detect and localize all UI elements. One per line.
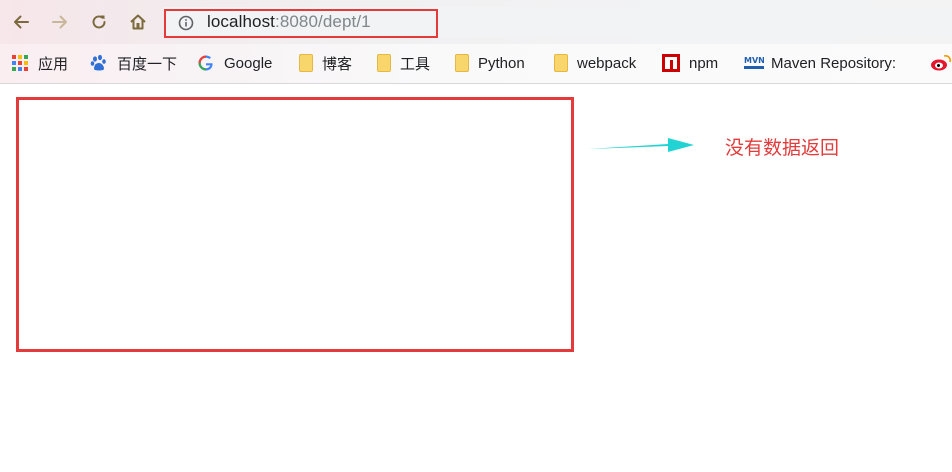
bookmark-folder-blog[interactable]: 博客: [299, 52, 352, 74]
bookmark-folder-python[interactable]: Python: [455, 52, 525, 74]
bookmark-label: webpack: [577, 54, 637, 72]
mvn-icon: MVN: [744, 54, 765, 72]
empty-response-area: [16, 97, 574, 352]
folder-icon: [554, 54, 568, 72]
bookmark-baidu[interactable]: 百度一下: [90, 52, 177, 74]
bookmark-label: 应用: [38, 55, 69, 73]
arrow-right-icon: [52, 15, 67, 29]
arrow-left-icon: [14, 15, 29, 29]
google-g-icon: [197, 54, 215, 72]
bookmark-folder-tools[interactable]: 工具: [377, 52, 430, 74]
bookmark-label: npm: [689, 54, 719, 72]
bookmark-label: 工具: [400, 55, 431, 73]
no-data-annotation: 没有数据返回: [725, 137, 840, 159]
bookmark-label: 博客: [322, 55, 353, 73]
bookmark-apps[interactable]: 应用: [11, 52, 68, 74]
baidu-paw-icon: [90, 54, 108, 72]
bookmark-label: Maven Repository:: [771, 54, 897, 72]
bookmark-label: 百度一下: [117, 55, 178, 73]
npm-icon: [662, 54, 680, 72]
home-button[interactable]: [126, 10, 150, 34]
bookmark-label: Google: [224, 54, 273, 72]
arrow-icon: [588, 138, 694, 152]
bookmark-google[interactable]: Google: [197, 52, 272, 74]
url-highlight-annotation: [164, 9, 438, 38]
folder-icon: [455, 54, 469, 72]
back-button[interactable]: [9, 10, 33, 34]
browser-toolbar: localhost:8080/dept/1: [0, 0, 952, 44]
bookmark-weibo[interactable]: [930, 52, 952, 74]
bookmark-label: Python: [478, 54, 525, 72]
apps-grid-icon: [11, 54, 29, 72]
bookmarks-bar: 应用 百度一下 Google 博客 工具 Python webpack npm …: [0, 44, 952, 84]
bookmark-folder-webpack[interactable]: webpack: [554, 52, 636, 74]
bookmark-npm[interactable]: npm: [662, 52, 718, 74]
reload-icon: [92, 15, 106, 29]
forward-button[interactable]: [48, 10, 72, 34]
folder-icon: [377, 54, 391, 72]
bookmark-maven[interactable]: MVN Maven Repository:: [744, 52, 896, 74]
folder-icon: [299, 54, 313, 72]
weibo-icon: [930, 54, 951, 72]
reload-button[interactable]: [87, 10, 111, 34]
svg-text:MVN: MVN: [744, 56, 764, 65]
home-icon: [130, 14, 146, 30]
